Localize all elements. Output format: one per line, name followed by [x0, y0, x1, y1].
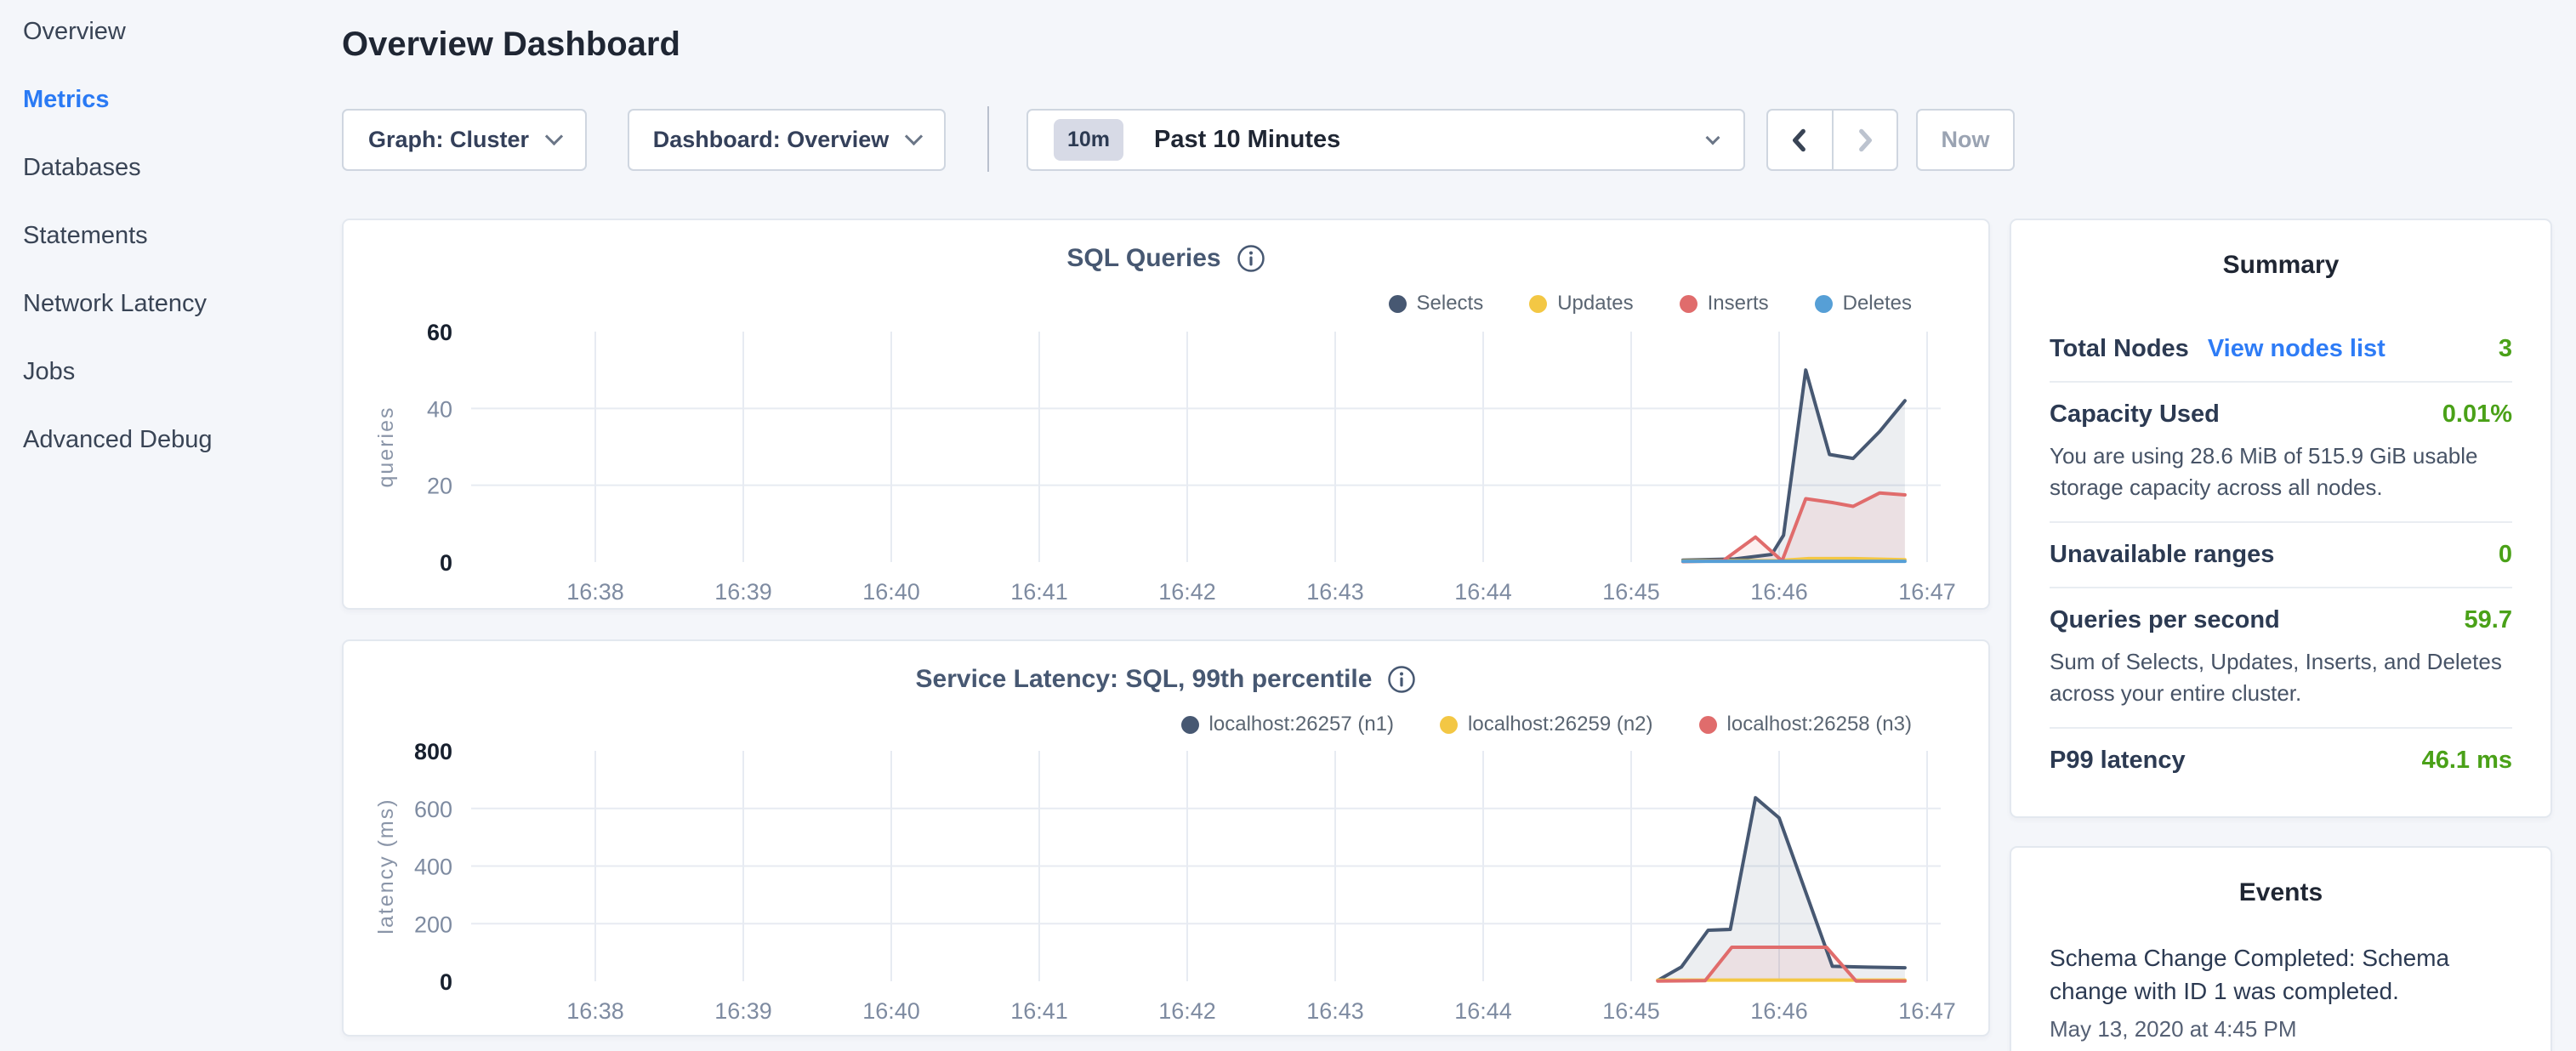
y-tick-label: 800 — [414, 739, 452, 764]
x-tick-label: 16:46 — [1750, 998, 1808, 1024]
now-button-label: Now — [1942, 127, 1990, 153]
x-tick-label: 16:47 — [1898, 998, 1956, 1024]
page-title: Overview Dashboard — [342, 26, 680, 64]
summary-row: Capacity Used 0.01% You are using 28.6 MiB… — [2050, 383, 2512, 523]
y-tick-label: 60 — [427, 320, 452, 345]
x-tick-label: 16:43 — [1306, 579, 1364, 605]
y-tick-label: 20 — [427, 474, 452, 499]
dashboard-dropdown[interactable]: Dashboard: Overview — [628, 109, 946, 171]
time-range-label: Past 10 Minutes — [1154, 126, 1689, 154]
chevron-right-icon — [1854, 126, 1876, 155]
x-tick-label: 16:38 — [566, 998, 624, 1024]
x-tick-label: 16:40 — [862, 998, 920, 1024]
summary-row-label: Queries per second — [2050, 606, 2280, 634]
summary-row-description: You are using 28.6 MiB of 515.9 GiB usab… — [2050, 440, 2512, 503]
summary-row-label: Total Nodes — [2050, 335, 2189, 363]
summary-row: P99 latency 46.1 ms — [2050, 729, 2512, 793]
sidebar-item-metrics[interactable]: Metrics — [0, 86, 323, 154]
sidebar-nav: OverviewMetricsDatabasesStatementsNetwor… — [0, 0, 323, 1051]
event-text: Schema Change Completed: Schema change w… — [2050, 941, 2500, 1008]
graph-scope-dropdown[interactable]: Graph: Cluster — [342, 109, 587, 171]
x-tick-label: 16:45 — [1602, 579, 1660, 605]
x-tick-label: 16:46 — [1750, 579, 1808, 605]
x-tick-label: 16:39 — [714, 998, 772, 1024]
x-tick-label: 16:41 — [1010, 579, 1068, 605]
y-tick-label: 40 — [427, 396, 452, 422]
summary-row-value: 3 — [2499, 335, 2512, 363]
x-tick-label: 16:44 — [1454, 579, 1512, 605]
x-tick-label: 16:42 — [1158, 998, 1216, 1024]
x-tick-label: 16:43 — [1306, 998, 1364, 1024]
sidebar-item-jobs[interactable]: Jobs — [0, 358, 323, 426]
sql-queries-plot[interactable]: 16:38 16:39 16:40 16:41 16:42 16:43 16:44 16:45… — [344, 220, 1992, 611]
summary-panel: Summary Total Nodes View nodes list 3 Capac… — [2010, 219, 2552, 818]
y-tick-label: 400 — [414, 855, 452, 880]
summary-row: Queries per second 59.7 Sum of Selects, Up… — [2050, 588, 2512, 729]
graph-scope-label: Graph: Cluster — [368, 127, 529, 153]
now-button[interactable]: Now — [1916, 109, 2015, 171]
summary-row-description: Sum of Selects, Updates, Inserts, and De… — [2050, 646, 2512, 709]
sidebar-item-statements[interactable]: Statements — [0, 222, 323, 290]
y-tick-label: 0 — [440, 550, 452, 576]
time-step-buttons — [1766, 109, 1898, 171]
time-step-forward-button[interactable] — [1832, 111, 1897, 169]
y-tick-label: 0 — [440, 969, 452, 995]
summary-row: Unavailable ranges 0 — [2050, 523, 2512, 588]
x-tick-label: 16:40 — [862, 579, 920, 605]
sidebar-item-network-latency[interactable]: Network Latency — [0, 290, 323, 358]
x-tick-label: 16:44 — [1454, 998, 1512, 1024]
events-panel: Events Schema Change Completed: Schema c… — [2010, 846, 2552, 1051]
summary-row-value: 0 — [2499, 541, 2512, 569]
summary-row: Total Nodes View nodes list 3 — [2050, 317, 2512, 383]
service-latency-chart-card: Service Latency: SQL, 99th percentile lo… — [342, 639, 1990, 1037]
y-axis-title: latency (ms) — [374, 798, 398, 934]
overview-dashboard-screen: OverviewMetricsDatabasesStatementsNetwor… — [0, 0, 2576, 1051]
y-axis-title: queries — [374, 406, 398, 488]
x-tick-label: 16:41 — [1010, 998, 1068, 1024]
sidebar-item-advanced-debug[interactable]: Advanced Debug — [0, 426, 323, 494]
summary-rows: Total Nodes View nodes list 3 Capacity Used… — [2050, 317, 2512, 793]
summary-row-label: P99 latency — [2050, 747, 2186, 775]
view-nodes-list-link[interactable]: View nodes list — [2208, 335, 2386, 363]
x-tick-label: 16:38 — [566, 579, 624, 605]
summary-row-value: 46.1 ms — [2422, 747, 2512, 775]
y-tick-label: 200 — [414, 912, 452, 937]
chevron-left-icon — [1788, 126, 1811, 155]
chevron-down-icon — [1706, 130, 1720, 145]
event-timestamp: May 13, 2020 at 4:45 PM — [2050, 1016, 2512, 1042]
event-item: Schema Change Completed: Schema change w… — [2050, 941, 2512, 1042]
controls-divider — [987, 106, 989, 172]
summary-title: Summary — [2011, 220, 2550, 280]
time-step-back-button[interactable] — [1768, 111, 1832, 169]
x-tick-label: 16:39 — [714, 579, 772, 605]
chevron-down-icon — [545, 128, 563, 145]
x-tick-label: 16:45 — [1602, 998, 1660, 1024]
events-title: Events — [2011, 848, 2550, 907]
sidebar-item-overview[interactable]: Overview — [0, 18, 323, 86]
summary-row-label: Unavailable ranges — [2050, 541, 2274, 569]
sidebar-item-databases[interactable]: Databases — [0, 154, 323, 222]
sql-queries-chart-card: SQL Queries SelectsUpdatesInsertsDeletes… — [342, 219, 1990, 610]
summary-row-label: Capacity Used — [2050, 401, 2220, 429]
x-tick-label: 16:47 — [1898, 579, 1956, 605]
time-range-selector[interactable]: 10m Past 10 Minutes — [1026, 109, 1745, 171]
chevron-down-icon — [905, 128, 923, 145]
events-list: Schema Change Completed: Schema change w… — [2011, 941, 2550, 1042]
y-tick-label: 600 — [414, 797, 452, 822]
time-range-badge: 10m — [1054, 119, 1123, 161]
summary-row-value: 59.7 — [2465, 606, 2512, 634]
x-tick-label: 16:42 — [1158, 579, 1216, 605]
summary-row-value: 0.01% — [2442, 401, 2512, 429]
dashboard-label: Dashboard: Overview — [653, 127, 890, 153]
service-latency-plot[interactable]: 16:38 16:39 16:40 16:41 16:42 16:43 16:44 16:45… — [344, 641, 1992, 1038]
